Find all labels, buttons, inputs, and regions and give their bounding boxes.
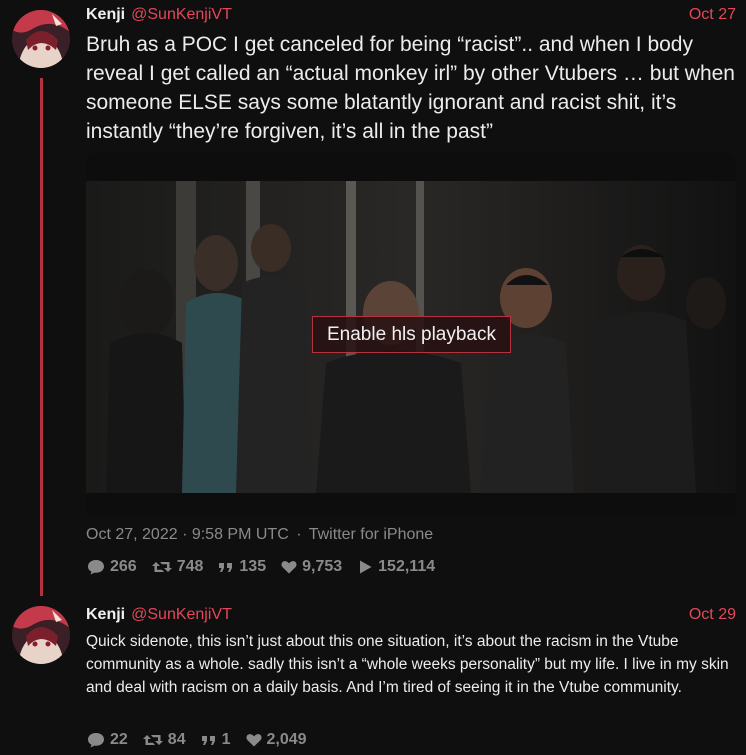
tweet-date[interactable]: Oct 29 xyxy=(689,605,736,625)
heart-icon xyxy=(245,734,262,747)
like-count: 9,753 xyxy=(302,558,343,575)
quote-stat[interactable]: 1 xyxy=(200,731,231,749)
like-stat[interactable]: 9,753 xyxy=(280,558,342,576)
comment-icon xyxy=(88,560,104,575)
quote-count: 1 xyxy=(221,731,231,748)
quote-icon xyxy=(219,563,233,572)
thread-connector-line xyxy=(40,78,43,596)
tweet-meta: Oct 27, 2022 · 9:58 PM UTC · Twitter for… xyxy=(86,526,433,544)
meta-separator: · xyxy=(296,526,302,543)
view-count: 152,114 xyxy=(378,558,436,575)
tweet-stats: 266 748 135 9,753 152,114 xyxy=(86,556,449,578)
avatar[interactable] xyxy=(12,606,70,664)
tweet-header: Kenji @SunKenjiVT Oct 29 xyxy=(86,605,736,625)
tweet-text: Quick sidenote, this isn’t just about th… xyxy=(86,633,729,696)
reply-stat[interactable]: 22 xyxy=(86,731,128,749)
quote-count: 135 xyxy=(239,558,267,575)
retweet-icon xyxy=(151,562,172,572)
tweet-stats: 22 84 1 2,049 xyxy=(86,729,321,751)
reply-count: 22 xyxy=(110,731,128,748)
user-handle[interactable]: @SunKenjiVT xyxy=(131,606,232,623)
tweet-text: Bruh as a POC I get canceled for being “… xyxy=(86,33,735,143)
retweet-stat[interactable]: 748 xyxy=(151,558,204,576)
reply-count: 266 xyxy=(110,558,137,575)
play-icon xyxy=(360,560,372,574)
user-handle[interactable]: @SunKenjiVT xyxy=(131,6,232,23)
display-name[interactable]: Kenji xyxy=(86,6,125,23)
reply-stat[interactable]: 266 xyxy=(86,558,137,576)
retweet-icon xyxy=(142,735,163,745)
retweet-count: 84 xyxy=(167,731,186,748)
like-stat[interactable]: 2,049 xyxy=(245,731,307,749)
retweet-stat[interactable]: 84 xyxy=(142,731,186,749)
tweet-source: Twitter for iPhone xyxy=(308,526,434,543)
views-stat[interactable]: 152,114 xyxy=(356,558,435,576)
heart-icon xyxy=(281,561,297,574)
tweet-date[interactable]: Oct 27 xyxy=(689,5,736,25)
comment-icon xyxy=(88,733,104,748)
tweet-header: Kenji @SunKenjiVT Oct 27 xyxy=(86,5,736,25)
tweet-timestamp[interactable]: Oct 27, 2022 · 9:58 PM UTC xyxy=(86,526,289,543)
quote-stat[interactable]: 135 xyxy=(217,558,266,576)
enable-hls-playback-button[interactable]: Enable hls playback xyxy=(312,316,511,353)
like-count: 2,049 xyxy=(266,731,307,748)
quote-icon xyxy=(201,736,215,745)
avatar[interactable] xyxy=(12,10,70,68)
retweet-count: 748 xyxy=(176,558,204,575)
display-name[interactable]: Kenji xyxy=(86,606,125,623)
